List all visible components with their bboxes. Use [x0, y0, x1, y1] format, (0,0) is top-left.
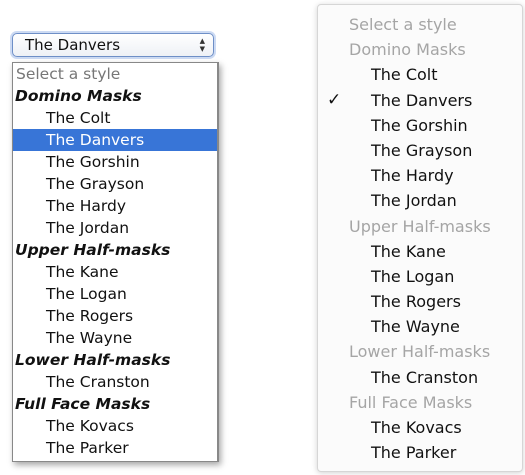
- menu-item-the-grayson[interactable]: The Grayson: [318, 138, 522, 163]
- listbox-option-the-colt[interactable]: The Colt: [13, 107, 217, 129]
- menu-item-label: The Colt: [371, 65, 438, 85]
- select-value: The Danvers: [25, 36, 121, 54]
- menu-item-label: The Wayne: [371, 317, 460, 337]
- menu-item-the-gorshin[interactable]: The Gorshin: [318, 113, 522, 138]
- menu-placeholder: Select a style: [349, 15, 457, 34]
- listbox-group-full-face-masks: Full Face Masks: [15, 395, 151, 413]
- menu-item-label: The Jordan: [371, 191, 457, 211]
- menu-item-label: The Gorshin: [371, 115, 468, 135]
- listbox-option-the-kovacs[interactable]: The Kovacs: [13, 415, 217, 437]
- menu-item-label: The Grayson: [371, 140, 473, 160]
- listbox-option-the-cranston[interactable]: The Cranston: [13, 371, 217, 393]
- menu-item-the-kane[interactable]: The Kane: [318, 239, 522, 264]
- checkmark-icon: ✓: [327, 89, 342, 110]
- menu-item-the-colt[interactable]: The Colt: [318, 62, 522, 87]
- select-arrows-icon: ▲ ▼: [199, 37, 205, 53]
- style-popup-menu[interactable]: Select a style Domino Masks The Colt ✓ The …: [317, 4, 523, 472]
- menu-group-full-face-masks: Full Face Masks: [349, 392, 473, 412]
- menu-item-label: The Kovacs: [371, 418, 462, 437]
- menu-group-domino-masks: Domino Masks: [349, 40, 466, 60]
- menu-item-the-rogers[interactable]: The Rogers: [318, 289, 522, 314]
- menu-item-label: The Rogers: [371, 292, 461, 312]
- listbox-option-the-parker[interactable]: The Parker: [13, 437, 217, 459]
- listbox-option-the-hardy[interactable]: The Hardy: [13, 195, 217, 217]
- listbox-option-the-grayson[interactable]: The Grayson: [13, 173, 217, 195]
- listbox-option-the-wayne[interactable]: The Wayne: [13, 327, 217, 349]
- menu-item-label: The Hardy: [371, 166, 454, 186]
- style-select[interactable]: The Danvers ▲ ▼: [12, 33, 214, 57]
- listbox-option-the-kane[interactable]: The Kane: [13, 261, 217, 283]
- menu-item-label: The Kane: [371, 241, 446, 261]
- menu-item-the-jordan[interactable]: The Jordan: [318, 188, 522, 213]
- menu-item-the-hardy[interactable]: The Hardy: [318, 163, 522, 188]
- menu-item-the-kovacs[interactable]: The Kovacs: [318, 415, 522, 440]
- menu-item-label: The Logan: [371, 266, 455, 286]
- listbox-option-the-logan[interactable]: The Logan: [13, 283, 217, 305]
- style-listbox[interactable]: Select a style Domino Masks The Colt The D…: [12, 62, 219, 462]
- listbox-placeholder[interactable]: Select a style: [13, 63, 217, 85]
- menu-item-the-wayne[interactable]: The Wayne: [318, 314, 522, 339]
- menu-item-label: The Parker: [371, 443, 457, 463]
- menu-item-the-cranston[interactable]: The Cranston: [318, 365, 522, 390]
- menu-item-the-parker[interactable]: The Parker: [318, 440, 522, 465]
- menu-item-label: The Danvers: [371, 90, 473, 110]
- menu-group-upper-half-masks: Upper Half-masks: [349, 216, 491, 236]
- menu-group-lower-half-masks: Lower Half-masks: [349, 342, 491, 362]
- menu-item-the-danvers[interactable]: ✓ The Danvers: [318, 88, 522, 113]
- listbox-option-the-danvers[interactable]: The Danvers: [13, 129, 217, 151]
- listbox-group-lower-half-masks: Lower Half-masks: [15, 351, 171, 369]
- listbox-option-the-rogers[interactable]: The Rogers: [13, 305, 217, 327]
- listbox-option-the-jordan[interactable]: The Jordan: [13, 217, 217, 239]
- listbox-group-upper-half-masks: Upper Half-masks: [15, 241, 171, 259]
- listbox-option-the-gorshin[interactable]: The Gorshin: [13, 151, 217, 173]
- menu-item-label: The Cranston: [371, 367, 479, 387]
- listbox-group-domino-masks: Domino Masks: [15, 87, 142, 105]
- menu-item-the-logan[interactable]: The Logan: [318, 264, 522, 289]
